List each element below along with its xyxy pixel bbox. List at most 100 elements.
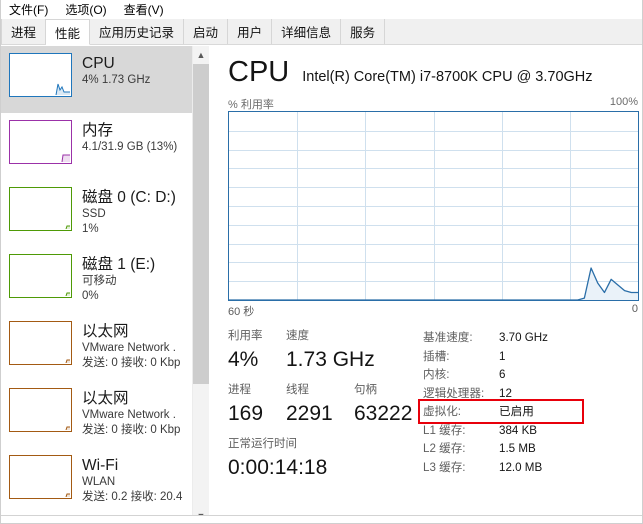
menu-file[interactable]: 文件(F) bbox=[7, 0, 57, 19]
spec-l3-cache-value: 12.0 MB bbox=[499, 460, 543, 474]
spec-l1-cache: L1 缓存: 384 KB bbox=[423, 422, 638, 441]
page-title: CPU bbox=[228, 56, 290, 88]
cpu-utilization-graph[interactable] bbox=[228, 111, 639, 301]
stat-utilization: 利用率 4% bbox=[228, 328, 286, 375]
sidebar-item-ethernet-2-title: 以太网 bbox=[82, 390, 129, 407]
sidebar-item-disk-0-text: 磁盘 0 (C: D:) SSD 1% bbox=[82, 187, 192, 237]
stats-spacer bbox=[228, 375, 423, 382]
sidebar-item-disk-1-text: 磁盘 1 (E:) 可移动 0% bbox=[82, 254, 192, 304]
sidebar-item-disk-0[interactable]: 磁盘 0 (C: D:) SSD 1% bbox=[1, 180, 192, 247]
graph-y-axis-max: 100% bbox=[609, 96, 638, 108]
spec-virtualization-label: 虚拟化: bbox=[423, 405, 462, 418]
sidebar-item-disk-1-detail: 0% bbox=[82, 290, 99, 302]
spec-l1-cache-label: L1 缓存: bbox=[423, 423, 466, 437]
sidebar-item-ethernet-1-detail: 发送: 0 接收: 0 Kbp bbox=[82, 357, 181, 369]
cpu-detail-panel: CPU Intel(R) Core(TM) i7-8700K CPU @ 3.7… bbox=[210, 46, 642, 523]
sidebar-item-disk-0-title: 磁盘 0 (C: D:) bbox=[82, 189, 176, 206]
menu-options[interactable]: 选项(O) bbox=[63, 0, 115, 19]
sidebar-item-disk-0-detail: 1% bbox=[82, 223, 99, 235]
tab-performance[interactable]: 性能 bbox=[46, 19, 91, 45]
sidebar-scrollbar[interactable]: ▲ ▼ bbox=[192, 46, 209, 523]
stat-speed-value: 1.73 GHz bbox=[286, 348, 375, 371]
resource-list[interactable]: CPU 4% 1.73 GHz 内存 4.1/31.9 GB (13%) 磁盘 0 (C… bbox=[1, 46, 192, 523]
cpu-spec-list: 基准速度: 3.70 GHz 插槽: 1 内核: 6 逻辑处理器: 12 虚拟化: 已启用 L1 缓… bbox=[423, 329, 638, 477]
graph-bottom-axis: 60 秒 0 bbox=[228, 303, 638, 319]
stats-spacer-2 bbox=[228, 429, 423, 436]
tab-startup[interactable]: 启动 bbox=[184, 19, 229, 44]
tab-users[interactable]: 用户 bbox=[228, 19, 273, 44]
spec-sockets: 插槽: 1 bbox=[423, 348, 638, 367]
stats-row-secondary: 进程 169 线程 2291 句柄 63222 bbox=[228, 382, 423, 429]
menu-view[interactable]: 查看(V) bbox=[122, 0, 173, 19]
spec-l2-cache-label: L2 缓存: bbox=[423, 442, 466, 455]
menu-bar: 文件(F) 选项(O) 查看(V) bbox=[1, 0, 642, 19]
spec-logical-processors: 逻辑处理器: 12 bbox=[423, 385, 638, 404]
sidebar-item-disk-0-thumbnail bbox=[9, 187, 72, 231]
sidebar-item-ethernet-1-text: 以太网 VMware Network . 发送: 0 接收: 0 Kbp bbox=[82, 321, 192, 371]
cpu-primary-stats: 利用率 4% 速度 1.73 GHz 进程 169 线程 2291 句柄 632… bbox=[228, 328, 423, 483]
sidebar-item-ethernet-1-title: 以太网 bbox=[82, 323, 129, 340]
sidebar-item-cpu-subtitle: 4% 1.73 GHz bbox=[82, 74, 151, 86]
spec-virtualization: 虚拟化: 已启用 bbox=[423, 403, 638, 422]
sidebar-item-disk-1-thumbnail bbox=[9, 254, 72, 298]
sidebar-item-ethernet-2[interactable]: 以太网 VMware Network . 发送: 0 接收: 0 Kbp bbox=[1, 381, 192, 448]
stat-handles-value: 63222 bbox=[354, 402, 413, 425]
sidebar-item-ethernet-1[interactable]: 以太网 VMware Network . 发送: 0 接收: 0 Kbp bbox=[1, 314, 192, 381]
sidebar-item-memory[interactable]: 内存 4.1/31.9 GB (13%) bbox=[1, 113, 192, 180]
sidebar-item-memory-title: 内存 bbox=[82, 122, 114, 139]
spec-l1-cache-value: 384 KB bbox=[499, 423, 538, 437]
chevron-up-icon[interactable]: ▲ bbox=[193, 46, 209, 63]
stats-row-primary: 利用率 4% 速度 1.73 GHz bbox=[228, 328, 423, 375]
sidebar-item-wifi-detail: 发送: 0.2 接收: 20.4 bbox=[82, 491, 183, 503]
sidebar-item-memory-text: 内存 4.1/31.9 GB (13%) bbox=[82, 120, 192, 155]
stat-threads-value: 2291 bbox=[286, 402, 333, 425]
spec-l3-cache-label: L3 缓存: bbox=[423, 460, 466, 474]
spec-base-speed: 基准速度: 3.70 GHz bbox=[423, 329, 638, 348]
window-bottom-edge bbox=[1, 515, 642, 523]
sidebar-item-wifi-title: Wi-Fi bbox=[82, 457, 119, 474]
spec-cores: 内核: 6 bbox=[423, 366, 638, 385]
tab-details[interactable]: 详细信息 bbox=[272, 19, 342, 44]
spec-cores-value: 6 bbox=[499, 368, 506, 381]
stat-speed: 速度 1.73 GHz bbox=[286, 328, 375, 375]
stat-uptime: 正常运行时间 0:00:14:18 bbox=[228, 436, 423, 483]
stat-uptime-value: 0:00:14:18 bbox=[228, 456, 328, 479]
sidebar-item-wifi-subtitle: WLAN bbox=[82, 476, 116, 488]
sidebar-item-memory-thumbnail bbox=[9, 120, 72, 164]
spec-base-speed-label: 基准速度: bbox=[423, 331, 473, 344]
tab-app-history[interactable]: 应用历史记录 bbox=[90, 19, 185, 44]
sidebar-item-ethernet-2-subtitle: VMware Network . bbox=[82, 409, 176, 421]
cpu-model-label: Intel(R) Core(TM) i7-8700K CPU @ 3.70GHz bbox=[302, 69, 593, 85]
tab-bar: 进程 性能 应用历史记录 启动 用户 详细信息 服务 bbox=[1, 19, 642, 45]
sidebar-item-disk-1-subtitle: 可移动 bbox=[82, 275, 117, 287]
sidebar-item-ethernet-1-thumbnail bbox=[9, 321, 72, 365]
stat-utilization-label: 利用率 bbox=[228, 330, 263, 342]
cpu-header: CPU Intel(R) Core(TM) i7-8700K CPU @ 3.7… bbox=[228, 56, 640, 91]
spec-l3-cache: L3 缓存: 12.0 MB bbox=[423, 459, 638, 478]
sidebar-item-ethernet-2-text: 以太网 VMware Network . 发送: 0 接收: 0 Kbp bbox=[82, 388, 192, 438]
sidebar-item-wifi[interactable]: Wi-Fi WLAN 发送: 0.2 接收: 20.4 bbox=[1, 448, 192, 515]
tab-strip-filler bbox=[385, 19, 642, 44]
tab-processes[interactable]: 进程 bbox=[1, 19, 47, 44]
stat-processes-value: 169 bbox=[228, 402, 264, 425]
scrollbar-thumb[interactable] bbox=[193, 64, 209, 384]
sidebar-item-disk-1[interactable]: 磁盘 1 (E:) 可移动 0% bbox=[1, 247, 192, 314]
tab-services[interactable]: 服务 bbox=[341, 19, 386, 44]
spec-sockets-value: 1 bbox=[499, 349, 506, 363]
spec-logical-processors-label: 逻辑处理器: bbox=[423, 386, 485, 400]
spec-l2-cache: L2 缓存: 1.5 MB bbox=[423, 440, 638, 459]
spec-cores-label: 内核: bbox=[423, 368, 450, 381]
spec-logical-processors-value: 12 bbox=[499, 386, 512, 400]
sidebar-item-cpu-text: CPU 4% 1.73 GHz bbox=[82, 53, 192, 88]
stat-processes: 进程 169 bbox=[228, 382, 286, 429]
stat-utilization-value: 4% bbox=[228, 348, 259, 371]
sidebar-item-wifi-text: Wi-Fi WLAN 发送: 0.2 接收: 20.4 bbox=[82, 455, 192, 505]
spec-virtualization-value: 已启用 bbox=[499, 405, 534, 418]
sidebar-item-cpu[interactable]: CPU 4% 1.73 GHz bbox=[1, 46, 192, 113]
graph-x-axis-end: 0 bbox=[631, 303, 638, 315]
sidebar-item-ethernet-1-subtitle: VMware Network . bbox=[82, 342, 176, 354]
sidebar-item-cpu-title: CPU bbox=[82, 55, 115, 72]
sidebar-item-wifi-thumbnail bbox=[9, 455, 72, 499]
stat-processes-label: 进程 bbox=[228, 384, 251, 396]
spec-sockets-label: 插槽: bbox=[423, 349, 450, 363]
